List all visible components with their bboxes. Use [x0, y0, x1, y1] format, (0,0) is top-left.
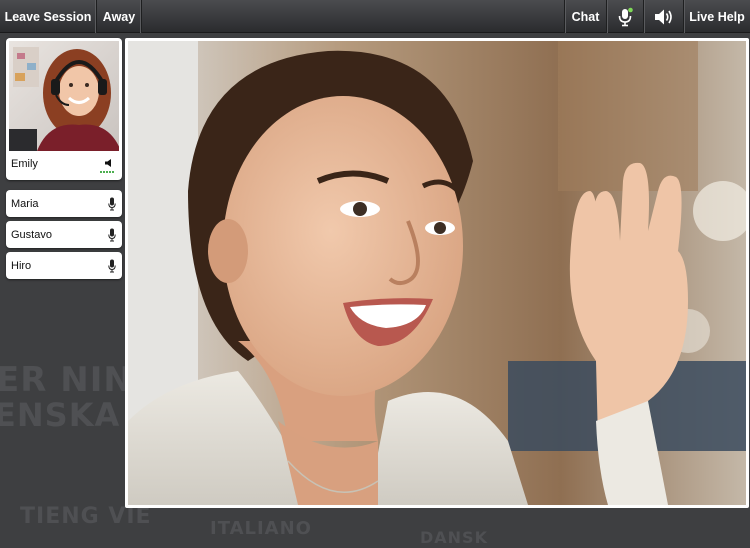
microphone-icon: [108, 197, 116, 210]
top-toolbar: Leave Session Away Chat Live Help: [0, 0, 750, 33]
participant-name: Gustavo: [11, 228, 52, 241]
away-button[interactable]: Away: [97, 0, 142, 33]
chat-button[interactable]: Chat: [564, 0, 606, 33]
microphone-icon: [108, 228, 116, 241]
away-label: Away: [102, 9, 136, 24]
participant-item-hiro[interactable]: Hiro: [6, 252, 122, 279]
participant-item-gustavo[interactable]: Gustavo: [6, 221, 122, 248]
microphone-icon: [618, 7, 633, 26]
microphone-toggle-button[interactable]: [606, 0, 643, 33]
self-video-image: [9, 41, 119, 151]
remote-video-image: [128, 41, 746, 505]
live-help-label: Live Help: [689, 9, 745, 24]
participant-item-maria[interactable]: Maria: [6, 190, 122, 217]
self-participant-card[interactable]: Emily: [6, 38, 122, 180]
main-video-frame[interactable]: [125, 38, 749, 508]
leave-session-button[interactable]: Leave Session: [0, 0, 97, 33]
participant-name: Maria: [11, 197, 39, 210]
self-video-thumbnail: [9, 41, 119, 151]
main-video-feed: [128, 41, 746, 505]
bg-word: ENSKA: [0, 396, 121, 434]
leave-session-label: Leave Session: [4, 9, 92, 24]
audio-level-indicator: [100, 171, 114, 173]
participant-name: Hiro: [11, 259, 32, 272]
self-participant-name: Emily: [11, 158, 38, 170]
chat-label: Chat: [571, 9, 600, 24]
bg-word: DANSK: [420, 528, 488, 547]
speaker-volume-icon: [654, 9, 672, 24]
live-help-button[interactable]: Live Help: [683, 0, 750, 33]
bg-word: ER NIN: [0, 360, 133, 400]
microphone-icon: [108, 259, 116, 272]
bg-word: ITALIANO: [210, 518, 312, 539]
volume-button[interactable]: [643, 0, 683, 33]
speaker-icon: [105, 159, 111, 167]
